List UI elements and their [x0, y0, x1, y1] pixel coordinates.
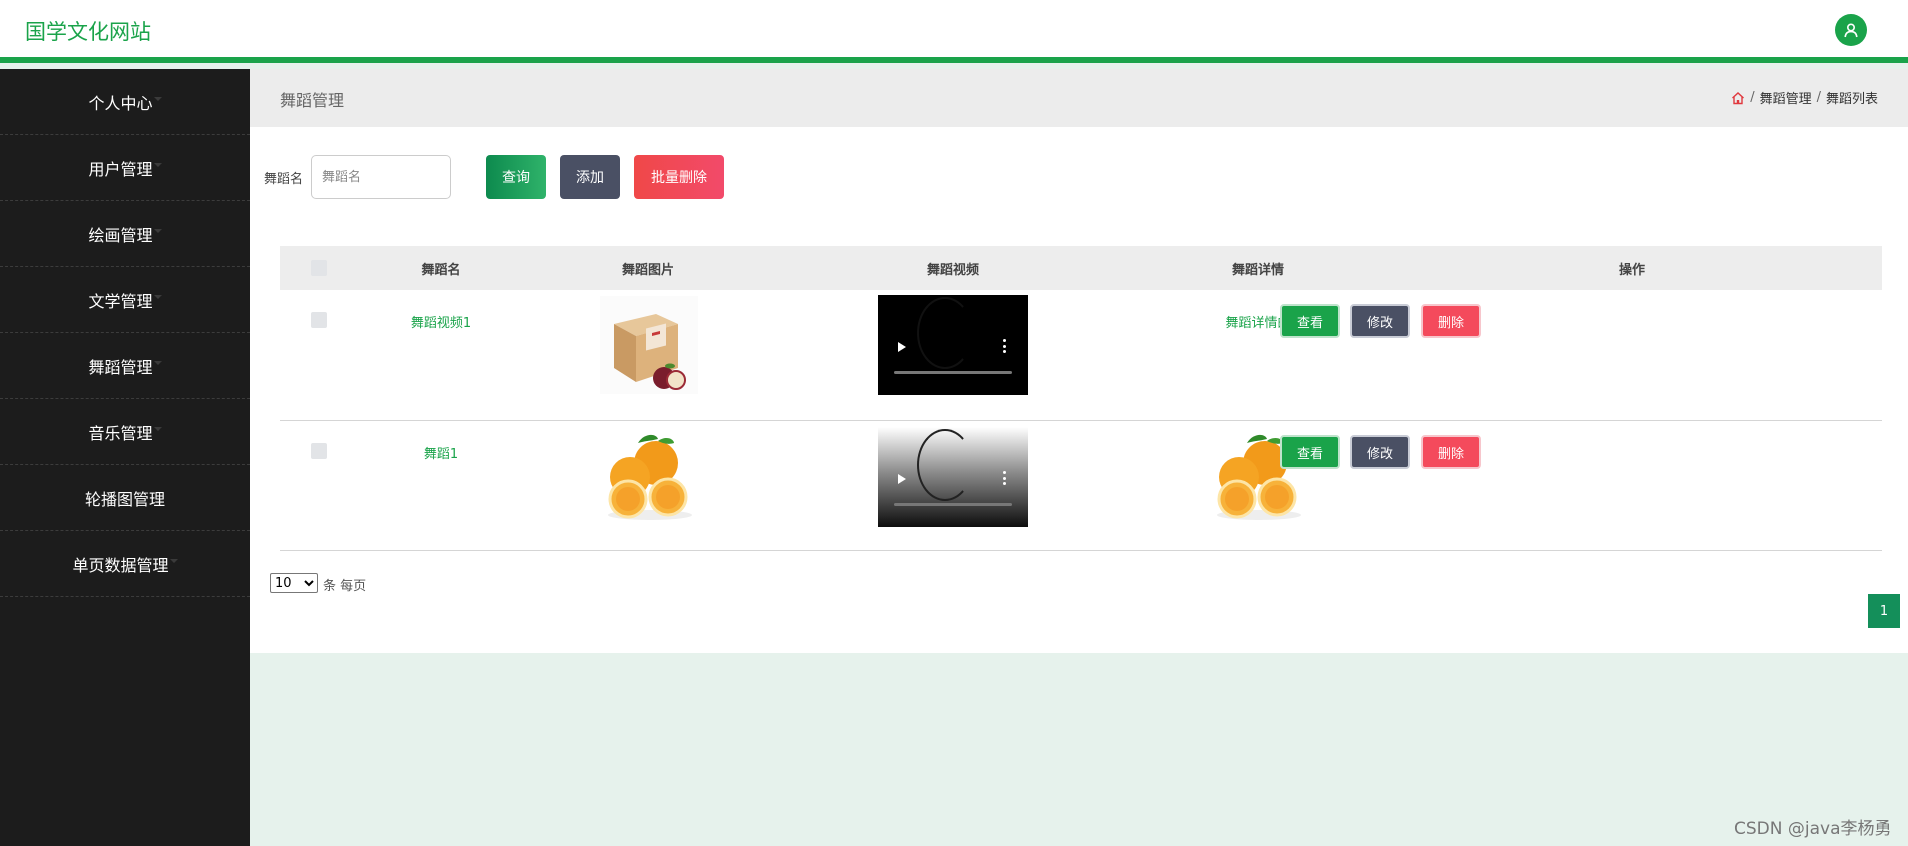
video-player[interactable]: [878, 295, 1028, 395]
page-title: 舞蹈管理: [280, 91, 345, 110]
add-button[interactable]: 添加: [560, 155, 620, 199]
sidebar-item-label: 文学管理: [88, 291, 153, 311]
more-options-icon[interactable]: [1003, 471, 1006, 485]
loading-spinner-icon: [917, 429, 973, 501]
chevron-down-icon: [153, 162, 162, 167]
user-avatar-button[interactable]: [1835, 14, 1867, 46]
video-progress-bar[interactable]: [894, 371, 1012, 374]
row-checkbox[interactable]: [311, 312, 327, 328]
sidebar-item-music[interactable]: 音乐管理: [0, 399, 250, 465]
sidebar-item-users[interactable]: 用户管理: [0, 135, 250, 201]
column-header: 舞蹈详情: [1231, 263, 1285, 278]
breadcrumb-separator: /: [1750, 90, 1755, 105]
loading-spinner-icon: [917, 297, 973, 369]
sidebar-item-label: 个人中心: [88, 93, 153, 113]
chevron-down-icon: [153, 228, 162, 233]
breadcrumb-separator: /: [1816, 90, 1821, 105]
home-icon[interactable]: [1731, 91, 1745, 105]
page-size-select[interactable]: 10: [270, 573, 318, 593]
sidebar-item-literature[interactable]: 文学管理: [0, 267, 250, 333]
top-header: 国学文化网站: [0, 0, 1908, 63]
column-header[interactable]: 舞蹈名: [421, 259, 460, 278]
sidebar: 个人中心 用户管理 绘画管理 文学管理 舞蹈管理 音乐管理 轮播图管理 单页数据…: [0, 69, 250, 846]
sidebar-item-label: 音乐管理: [88, 423, 153, 443]
page-titlebar: 舞蹈管理 / 舞蹈管理 / 舞蹈列表: [250, 69, 1908, 127]
dance-name[interactable]: 舞蹈视频1: [411, 312, 471, 331]
sidebar-item-label: 绘画管理: [88, 225, 153, 245]
chevron-down-icon: [153, 96, 162, 101]
page-number-button[interactable]: 1: [1868, 594, 1900, 628]
delete-button[interactable]: 删除: [1421, 304, 1481, 338]
user-icon: [1844, 23, 1858, 38]
per-page-label: 条 每页: [323, 579, 367, 594]
sidebar-item-label: 轮播图管理: [84, 489, 165, 509]
dance-name[interactable]: 舞蹈1: [424, 443, 458, 462]
sidebar-item-label: 舞蹈管理: [88, 357, 153, 377]
breadcrumb-dance-list: 舞蹈列表: [1825, 92, 1878, 107]
video-player[interactable]: [878, 427, 1028, 527]
breadcrumb: / 舞蹈管理 / 舞蹈列表: [1731, 88, 1878, 107]
search-input[interactable]: [311, 155, 451, 199]
chevron-down-icon: [153, 294, 162, 299]
select-all-checkbox[interactable]: [311, 260, 327, 276]
site-title[interactable]: 国学文化网站: [25, 16, 151, 46]
table-row: 舞蹈1 查看 修改 删除: [280, 421, 1882, 551]
more-options-icon[interactable]: [1003, 339, 1006, 353]
breadcrumb-dance-management[interactable]: 舞蹈管理: [1760, 88, 1812, 107]
dance-table: 舞蹈名 舞蹈图片 舞蹈视频 舞蹈详情 操作 舞蹈视频1 舞蹈详情的 查看 修改 …: [280, 246, 1882, 551]
sidebar-item-dance[interactable]: 舞蹈管理: [0, 333, 250, 399]
main-content: 舞蹈管理 / 舞蹈管理 / 舞蹈列表 舞蹈名 查询 添加 批量删除 舞蹈名 舞蹈…: [250, 69, 1908, 653]
sidebar-item-carousel[interactable]: 轮播图管理: [0, 465, 250, 531]
view-button[interactable]: 查看: [1280, 435, 1340, 469]
table-row: 舞蹈视频1 舞蹈详情的 查看 修改 删除: [280, 290, 1882, 421]
sidebar-item-single-page-data[interactable]: 单页数据管理: [0, 531, 250, 597]
edit-button[interactable]: 修改: [1350, 304, 1410, 338]
search-label: 舞蹈名: [264, 172, 304, 187]
column-header: 舞蹈视频: [926, 263, 980, 278]
table-header: 舞蹈名 舞蹈图片 舞蹈视频 舞蹈详情 操作: [280, 246, 1882, 290]
query-button[interactable]: 查询: [486, 155, 546, 199]
apple-box-image: [600, 296, 698, 394]
sidebar-item-label: 用户管理: [88, 159, 153, 179]
sidebar-item-painting[interactable]: 绘画管理: [0, 201, 250, 267]
delete-button[interactable]: 删除: [1421, 435, 1481, 469]
sidebar-item-personal-center[interactable]: 个人中心: [0, 69, 250, 135]
column-header: 操作: [1618, 263, 1646, 278]
watermark: CSDN @java李杨勇: [1734, 819, 1892, 839]
chevron-down-icon: [153, 426, 162, 431]
batch-delete-button[interactable]: 批量删除: [634, 155, 724, 199]
play-icon[interactable]: [898, 342, 906, 352]
edit-button[interactable]: 修改: [1350, 435, 1410, 469]
chevron-down-icon: [169, 558, 178, 563]
play-icon[interactable]: [898, 474, 906, 484]
video-progress-bar[interactable]: [894, 503, 1012, 506]
sidebar-item-label: 单页数据管理: [72, 555, 169, 575]
row-checkbox[interactable]: [311, 443, 327, 459]
view-button[interactable]: 查看: [1280, 304, 1340, 338]
column-header: 舞蹈图片: [621, 263, 675, 278]
chevron-down-icon: [153, 360, 162, 365]
oranges-image: [600, 425, 698, 523]
